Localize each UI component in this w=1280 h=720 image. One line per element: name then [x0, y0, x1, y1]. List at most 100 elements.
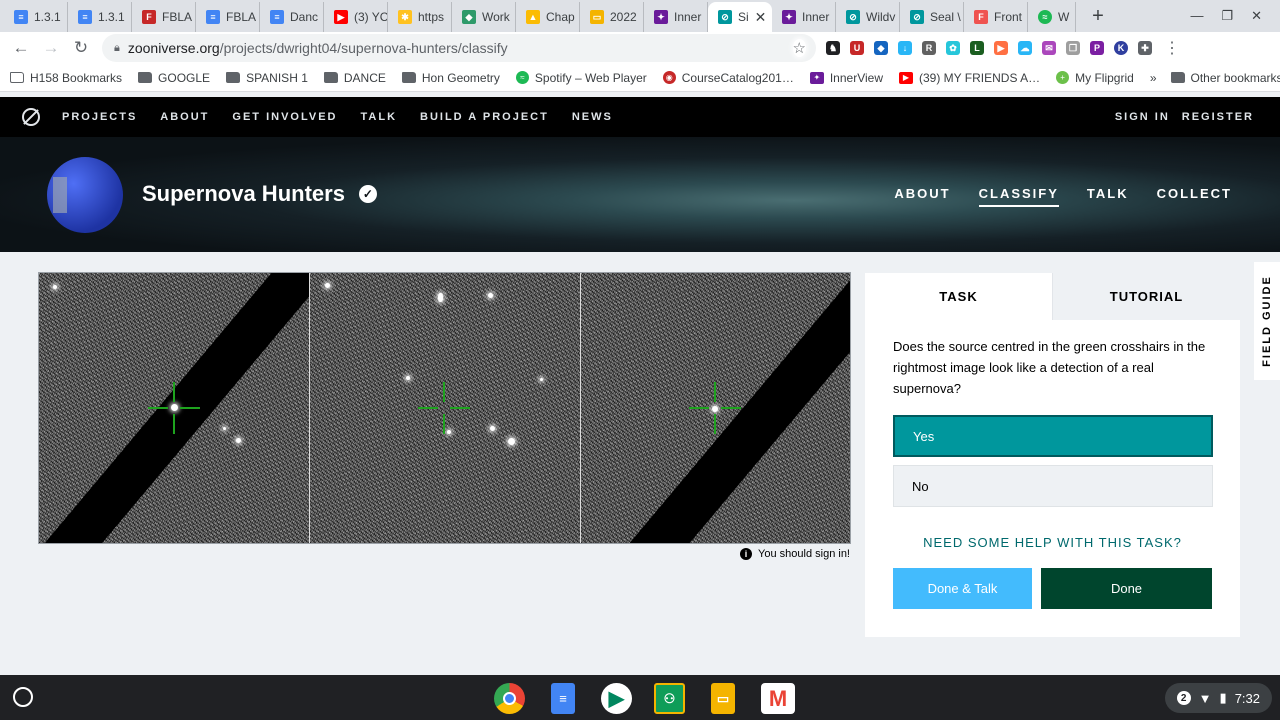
address-bar[interactable]: 🔒︎ zooniverse.org/projects/dwright04/sup…	[102, 34, 816, 62]
bookmark-label: H158 Bookmarks	[30, 70, 123, 85]
nav-projects[interactable]: PROJECTS	[62, 111, 137, 123]
launcher-icon[interactable]	[13, 687, 33, 707]
close-window-icon[interactable]: ✕	[1251, 8, 1262, 24]
back-icon[interactable]: ←	[6, 38, 36, 58]
subject-image-left	[39, 273, 310, 543]
extension-icon[interactable]: ✿	[946, 41, 960, 55]
work-icon: ◆	[462, 10, 476, 24]
browser-tab[interactable]: ✦ Inner	[644, 2, 708, 32]
status-tray[interactable]: 2 ▼ ▮ 7:32	[1164, 683, 1272, 713]
browser-tab[interactable]: ▶ (3) YC	[324, 2, 388, 32]
browser-tab[interactable]: ≡ Danc	[260, 2, 324, 32]
bookmark-link[interactable]: + My Flipgrid	[1056, 71, 1134, 85]
browser-tab[interactable]: ≡ 1.3.1	[4, 2, 68, 32]
bookmarks-overflow-icon[interactable]: »	[1150, 71, 1157, 85]
browser-tab[interactable]: F Front	[964, 2, 1028, 32]
answer-yes-button[interactable]: Yes	[893, 415, 1213, 457]
done-button[interactable]: Done	[1041, 568, 1212, 609]
google-classroom-icon[interactable]: ⚇	[654, 683, 685, 714]
other-bookmarks[interactable]: Other bookmarks	[1170, 71, 1280, 85]
extension-icon[interactable]: L	[970, 41, 984, 55]
browser-tab[interactable]: ≡ 1.3.1	[68, 2, 132, 32]
field-guide-tab[interactable]: FIELD GUIDE	[1254, 262, 1280, 380]
bookmark-folder[interactable]: Hon Geometry	[401, 71, 500, 85]
browser-tab[interactable]: ≡ FBLA	[196, 2, 260, 32]
tab-tutorial[interactable]: TUTORIAL	[1052, 273, 1240, 320]
bookmark-star-icon[interactable]: ☆	[792, 39, 806, 57]
nav-build-a-project[interactable]: BUILD A PROJECT	[420, 111, 549, 123]
google-slides-icon[interactable]: ▭	[711, 683, 735, 714]
sign-in-notice: i You should sign in!	[740, 548, 850, 560]
tab-task[interactable]: TASK	[865, 273, 1052, 320]
browser-tab[interactable]: ▭ 2022	[580, 2, 644, 32]
extension-icon[interactable]: P	[1090, 41, 1104, 55]
project-nav-about[interactable]: ABOUT	[894, 186, 950, 207]
google-docs-icon[interactable]: ≡	[551, 683, 575, 714]
bookmark-folder[interactable]: GOOGLE	[138, 71, 210, 85]
zooniverse-logo-icon[interactable]	[22, 108, 40, 126]
browser-tab[interactable]: ✦ Inner	[772, 2, 836, 32]
play-store-icon[interactable]: ▶	[601, 683, 632, 714]
browser-tab[interactable]: ▲ Chap	[516, 2, 580, 32]
bookmark-folder[interactable]: DANCE	[323, 71, 386, 85]
subject-viewer[interactable]	[38, 272, 851, 544]
chrome-icon[interactable]	[494, 683, 525, 714]
extension-icon[interactable]: ❐	[1066, 41, 1080, 55]
flipgrid-icon: +	[1056, 71, 1070, 84]
extension-icon[interactable]: ↓	[898, 41, 912, 55]
extension-icon[interactable]: ✉	[1042, 41, 1056, 55]
bookmark-link[interactable]: ≈ Spotify – Web Player	[515, 71, 647, 85]
extension-icon[interactable]: ◆	[874, 41, 888, 55]
browser-tab[interactable]: ◆ Work	[452, 2, 516, 32]
extension-icon[interactable]: ▶	[994, 41, 1008, 55]
project-title[interactable]: Supernova Hunters	[142, 181, 345, 207]
browser-tab[interactable]: ⊘ Seal \	[900, 2, 964, 32]
bookmark-label: My Flipgrid	[1075, 70, 1134, 85]
nav-get-involved[interactable]: GET INVOLVED	[232, 111, 337, 123]
register-link[interactable]: REGISTER	[1182, 111, 1254, 123]
new-tab-button[interactable]: +	[1086, 5, 1110, 28]
project-nav-talk[interactable]: TALK	[1087, 186, 1129, 207]
reload-icon[interactable]: ↻	[66, 38, 96, 58]
close-tab-icon[interactable]: ✕	[755, 9, 767, 26]
bookmark-label: InnerView	[829, 70, 883, 85]
star-point	[438, 293, 444, 302]
extension-icon[interactable]: ☁	[1018, 41, 1032, 55]
sign-in-link[interactable]: SIGN IN	[1115, 111, 1170, 123]
minimize-icon[interactable]: —	[1190, 8, 1203, 24]
browser-tab-active[interactable]: ⊘ Si ✕	[708, 2, 772, 32]
browser-tab[interactable]: F FBLA	[132, 2, 196, 32]
bookmark-link[interactable]: ✦ InnerView	[809, 70, 883, 85]
wifi-icon: ▼	[1198, 690, 1212, 706]
extension-icon[interactable]: ♞	[826, 41, 840, 55]
bookmark-folder[interactable]: H158 Bookmarks	[10, 71, 122, 85]
gmail-icon[interactable]: M	[761, 683, 795, 714]
notification-count: 2	[1176, 691, 1191, 705]
answer-no-button[interactable]: No	[893, 465, 1213, 507]
project-nav-collect[interactable]: COLLECT	[1157, 186, 1232, 207]
project-avatar[interactable]	[47, 157, 123, 233]
project-title-row: Supernova Hunters ✓	[142, 181, 377, 207]
task-help-link[interactable]: NEED SOME HELP WITH THIS TASK?	[865, 535, 1240, 550]
browser-tab[interactable]: ⊘ Wildv	[836, 2, 900, 32]
verified-badge-icon: ✓	[358, 185, 377, 203]
bookmark-link[interactable]: ▶ (39) MY FRIENDS A…	[899, 71, 1040, 85]
extension-icon[interactable]: K	[1114, 41, 1128, 55]
nav-about[interactable]: ABOUT	[160, 111, 209, 123]
bookmark-folder[interactable]: SPANISH 1	[226, 71, 308, 85]
project-nav-classify[interactable]: CLASSIFY	[978, 186, 1059, 207]
bookmark-link[interactable]: ◉ CourseCatalog201…	[662, 71, 794, 85]
pinned-apps: ≡ ▶ ⚇ ▭ M	[494, 683, 795, 714]
star-point	[325, 283, 331, 288]
maximize-icon[interactable]: ❐	[1221, 8, 1233, 24]
browser-tab[interactable]: ✱ https	[388, 2, 452, 32]
done-and-talk-button[interactable]: Done & Talk	[893, 568, 1032, 609]
nav-news[interactable]: NEWS	[572, 111, 613, 123]
forward-icon[interactable]: →	[36, 38, 66, 58]
browser-tab[interactable]: ≈ W	[1028, 2, 1076, 32]
extension-icon[interactable]: U	[850, 41, 864, 55]
puzzle-icon[interactable]: ✚	[1138, 41, 1152, 55]
more-menu-icon[interactable]: ⋮	[1164, 38, 1180, 58]
nav-talk[interactable]: TALK	[361, 111, 398, 123]
extension-icon[interactable]: R	[922, 41, 936, 55]
